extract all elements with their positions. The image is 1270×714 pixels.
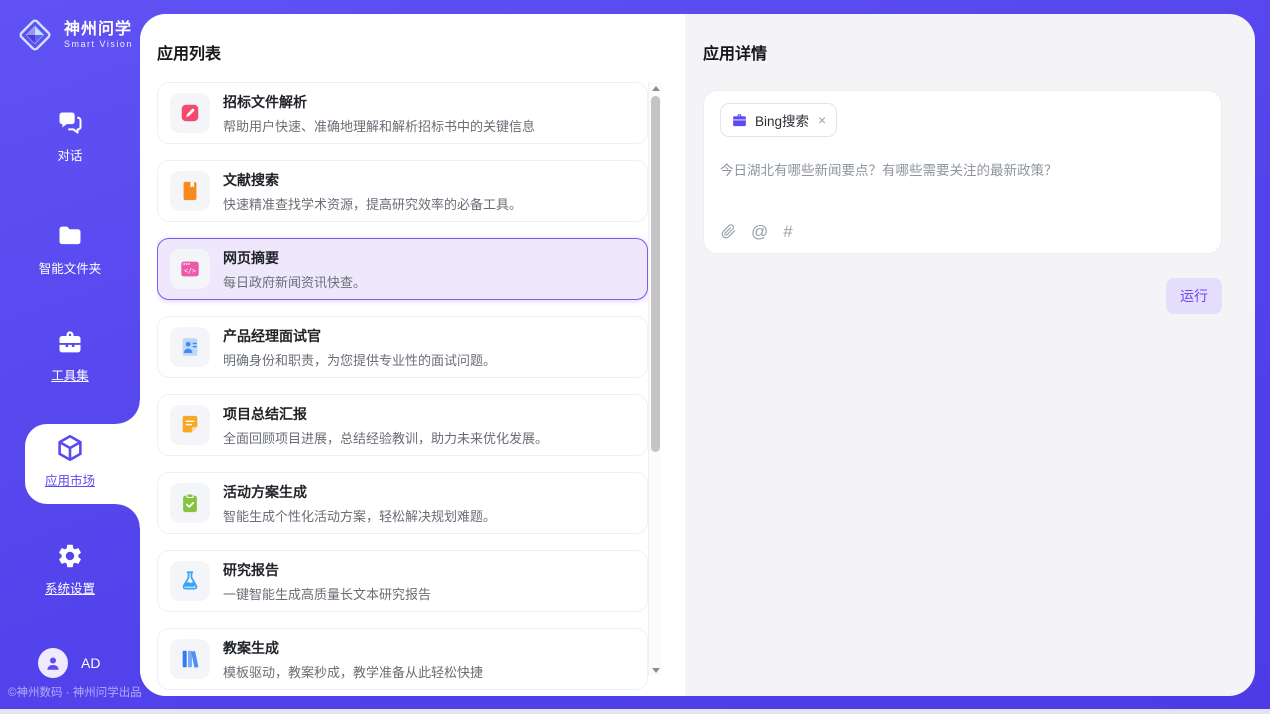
briefcase-icon bbox=[731, 112, 748, 129]
app-title: 项目总结汇报 bbox=[223, 404, 548, 424]
app-desc: 明确身份和职责，为您提供专业性的面试问题。 bbox=[223, 350, 496, 369]
user-account[interactable]: AD bbox=[38, 648, 100, 678]
brand-diamond-icon bbox=[14, 14, 56, 56]
sidebar-item-label: 对话 bbox=[57, 145, 82, 164]
app-card-pm-interviewer[interactable]: 产品经理面试官 明确身份和职责，为您提供专业性的面试问题。 bbox=[157, 316, 648, 378]
books-icon bbox=[170, 639, 210, 679]
app-desc: 全面回顾项目进展，总结经验教训，助力未来优化发展。 bbox=[223, 428, 548, 447]
app-desc: 一键智能生成高质量长文本研究报告 bbox=[223, 584, 431, 603]
sidebar-item-toolset[interactable]: 工具集 bbox=[0, 328, 140, 384]
app-card-literature-search[interactable]: 文献搜索 快速精准查找学术资源，提高研究效率的必备工具。 bbox=[157, 160, 648, 222]
app-list-pane: 应用列表 招标文件解析 帮助用户快速、准确地理解和解析招标书中的关键信息 bbox=[140, 14, 685, 696]
sidebar-item-label: 工具集 bbox=[51, 365, 89, 384]
app-title: 招标文件解析 bbox=[223, 92, 535, 112]
app-desc: 智能生成个性化活动方案，轻松解决规划难题。 bbox=[223, 506, 496, 525]
mention-icon[interactable]: @ bbox=[751, 223, 768, 240]
input-toolbar: @ # bbox=[721, 223, 793, 240]
brand-name: 神州问学 bbox=[64, 21, 133, 39]
hash-icon[interactable]: # bbox=[783, 223, 792, 240]
cube-icon bbox=[55, 433, 85, 463]
app-card-web-summary[interactable]: </> 网页摘要 每日政府新闻资讯快查。 bbox=[157, 238, 648, 300]
sidebar-item-label: 系统设置 bbox=[45, 578, 95, 597]
app-title: 活动方案生成 bbox=[223, 482, 496, 502]
sidebar-item-chat[interactable]: 对话 bbox=[0, 108, 140, 164]
sidebar: 神州问学 Smart Vision 对话 智能文件夹 工具集 bbox=[0, 0, 140, 709]
app-list: 招标文件解析 帮助用户快速、准确地理解和解析招标书中的关键信息 文献搜索 快速精… bbox=[157, 82, 648, 696]
user-name: AD bbox=[81, 655, 100, 671]
clipboard-check-icon bbox=[170, 483, 210, 523]
query-input[interactable]: 今日湖北有哪些新闻要点？有哪些需要关注的最新政策？ bbox=[720, 159, 1205, 179]
scrollbar-thumb[interactable] bbox=[651, 96, 660, 452]
app-title: 教案生成 bbox=[223, 638, 483, 658]
app-card-bid-analysis[interactable]: 招标文件解析 帮助用户快速、准确地理解和解析招标书中的关键信息 bbox=[157, 82, 648, 144]
folder-icon bbox=[55, 221, 85, 251]
sidebar-item-smart-folder[interactable]: 智能文件夹 bbox=[0, 221, 140, 277]
app-title: 文献搜索 bbox=[223, 170, 522, 190]
paperclip-icon[interactable] bbox=[721, 223, 736, 240]
scroll-up-icon[interactable] bbox=[649, 82, 662, 94]
book-icon bbox=[170, 171, 210, 211]
gear-icon bbox=[55, 541, 85, 571]
browser-code-icon: </> bbox=[170, 249, 210, 289]
interviewer-icon bbox=[170, 327, 210, 367]
main-content: 应用列表 招标文件解析 帮助用户快速、准确地理解和解析招标书中的关键信息 bbox=[140, 14, 1255, 696]
sidebar-item-label: 应用市场 bbox=[45, 470, 95, 489]
flask-icon bbox=[170, 561, 210, 601]
close-icon[interactable]: × bbox=[818, 113, 826, 127]
sidebar-footer: ©神州数码 · 神州问学出品 bbox=[8, 684, 142, 700]
app-desc: 帮助用户快速、准确地理解和解析招标书中的关键信息 bbox=[223, 116, 535, 135]
app-input-card: Bing搜索 × 今日湖北有哪些新闻要点？有哪些需要关注的最新政策？ @ # bbox=[703, 90, 1222, 254]
scroll-down-icon[interactable] bbox=[649, 664, 662, 676]
app-title: 网页摘要 bbox=[223, 248, 366, 268]
app-card-lesson-plan[interactable]: 教案生成 模板驱动，教案秒成，教学准备从此轻松快捷 bbox=[157, 628, 648, 690]
app-detail-pane: 应用详情 Bing搜索 × 今日湖北有哪些新闻要点？有哪些需要关注的最新政策？ bbox=[685, 14, 1255, 696]
brand-logo: 神州问学 Smart Vision bbox=[14, 14, 133, 56]
app-card-event-plan[interactable]: 活动方案生成 智能生成个性化活动方案，轻松解决规划难题。 bbox=[157, 472, 648, 534]
window-bottom-strip bbox=[0, 709, 1270, 714]
app-title: 研究报告 bbox=[223, 560, 431, 580]
brand-subtitle: Smart Vision bbox=[64, 39, 133, 49]
toolbox-icon bbox=[55, 328, 85, 358]
app-desc: 每日政府新闻资讯快查。 bbox=[223, 272, 366, 291]
sidebar-item-label: 智能文件夹 bbox=[39, 258, 102, 277]
svg-text:</>: </> bbox=[184, 267, 196, 275]
app-card-research-report[interactable]: 研究报告 一键智能生成高质量长文本研究报告 bbox=[157, 550, 648, 612]
run-button[interactable]: 运行 bbox=[1166, 278, 1222, 314]
edit-document-icon bbox=[170, 93, 210, 133]
chat-icon bbox=[55, 108, 85, 138]
tool-chip-bing-search[interactable]: Bing搜索 × bbox=[720, 103, 837, 137]
sidebar-item-app-market[interactable]: 应用市场 bbox=[0, 433, 140, 489]
app-desc: 模板驱动，教案秒成，教学准备从此轻松快捷 bbox=[223, 662, 483, 681]
app-title: 产品经理面试官 bbox=[223, 326, 496, 346]
sidebar-item-settings[interactable]: 系统设置 bbox=[0, 541, 140, 597]
app-detail-title: 应用详情 bbox=[703, 40, 1222, 64]
app-desc: 快速精准查找学术资源，提高研究效率的必备工具。 bbox=[223, 194, 522, 213]
avatar bbox=[38, 648, 68, 678]
app-list-title: 应用列表 bbox=[157, 40, 221, 64]
app-card-project-summary[interactable]: 项目总结汇报 全面回顾项目进展，总结经验教训，助力未来优化发展。 bbox=[157, 394, 648, 456]
tool-chip-label: Bing搜索 bbox=[755, 110, 809, 130]
app-list-scrollbar[interactable] bbox=[648, 82, 661, 676]
note-icon bbox=[170, 405, 210, 445]
